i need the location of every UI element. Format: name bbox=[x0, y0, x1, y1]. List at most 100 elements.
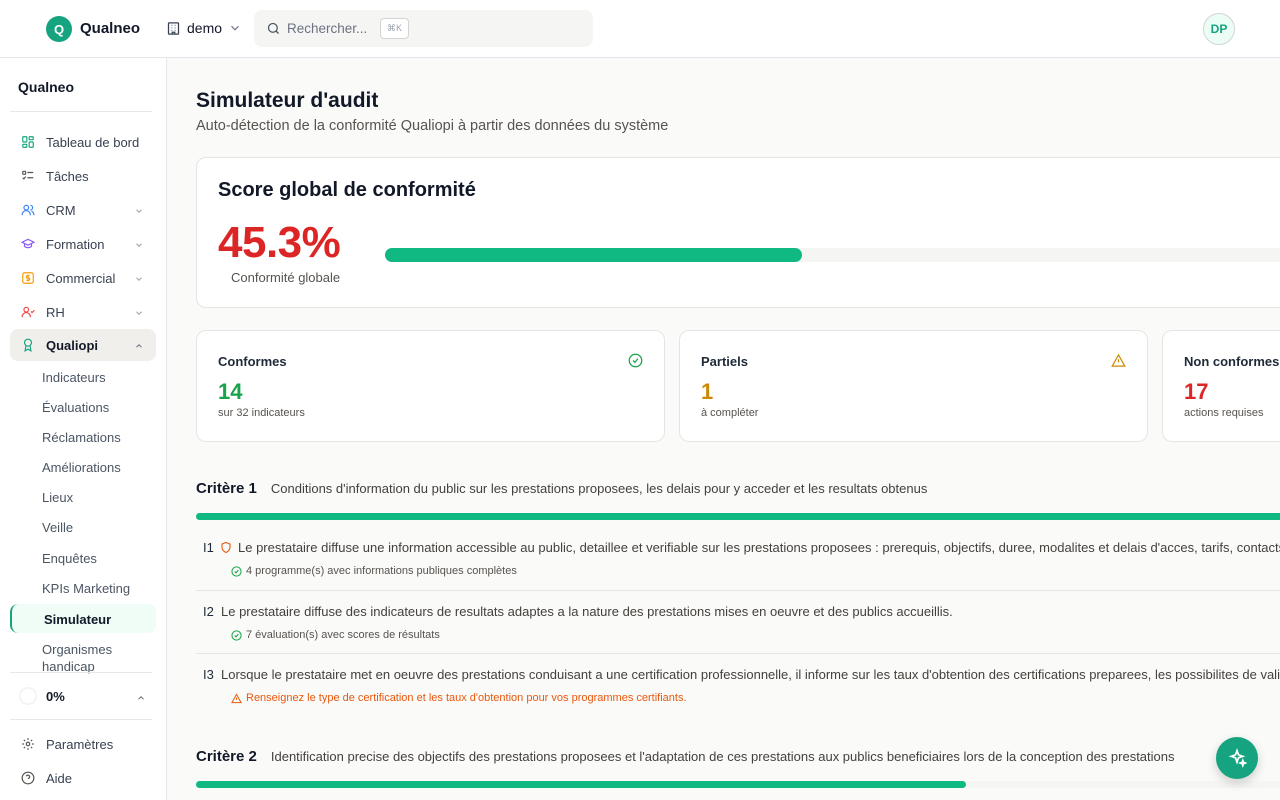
building-icon bbox=[167, 21, 180, 35]
stat-value: 14 bbox=[218, 379, 243, 404]
sidebar-subitem-evaluations[interactable]: Évaluations bbox=[42, 400, 109, 415]
sidebar-subitem-indicateurs[interactable]: Indicateurs bbox=[42, 370, 106, 385]
criterion-description: Identification precise des objectifs des… bbox=[270, 749, 1175, 764]
shield-icon bbox=[221, 541, 231, 554]
chevron-down-icon bbox=[231, 25, 239, 31]
sidebar-item-label: Tâches bbox=[46, 169, 89, 184]
award-icon bbox=[23, 338, 33, 352]
sidebar-item-crm[interactable]: CRM bbox=[10, 194, 156, 226]
criterion-progress-track bbox=[196, 781, 1280, 788]
assistant-fab-button[interactable] bbox=[1216, 737, 1258, 779]
indicator-note-text: 7 évaluation(s) avec scores de résultats bbox=[246, 629, 440, 641]
check-circle-icon bbox=[231, 629, 242, 641]
stat-subtitle: actions requises bbox=[1184, 407, 1264, 419]
sidebar-item-qualiopi[interactable]: Qualiopi bbox=[10, 329, 156, 361]
chevron-down-icon bbox=[136, 209, 142, 213]
sidebar-item-label: Commercial bbox=[46, 271, 116, 286]
warning-icon bbox=[231, 692, 242, 703]
indicator-note: Renseignez le type de certification et l… bbox=[231, 692, 687, 704]
indicator-text: Le prestataire diffuse une information a… bbox=[238, 540, 1280, 555]
sidebar-item-aide[interactable]: Aide bbox=[10, 762, 156, 794]
chevron-down-icon bbox=[136, 311, 142, 315]
sidebar-item-formation[interactable]: Formation bbox=[10, 228, 156, 260]
page-title: Simulateur d'audit bbox=[196, 89, 379, 112]
search-placeholder: Rechercher... bbox=[287, 21, 368, 36]
criterion-label: Critère 1 bbox=[196, 480, 257, 497]
indicator-row-i2[interactable]: I2 Le prestataire diffuse des indicateur… bbox=[196, 597, 1280, 653]
indicator-code: I3 bbox=[203, 667, 214, 682]
indicator-code: I1 bbox=[203, 540, 214, 555]
app-name[interactable]: Qualneo bbox=[80, 20, 140, 37]
chevron-down-icon bbox=[136, 277, 142, 281]
stat-value: 17 bbox=[1184, 379, 1209, 404]
score-progress-fill bbox=[385, 248, 802, 262]
sidebar-subitem-kpis-marketing[interactable]: KPIs Marketing bbox=[42, 581, 130, 596]
dollar-icon bbox=[22, 272, 34, 284]
sidebar: Qualneo Tableau de bord Tâches CRM Forma… bbox=[0, 58, 167, 800]
sidebar-item-label: Aide bbox=[46, 771, 73, 786]
global-score-card: Score global de conformité 45.3% Conform… bbox=[196, 157, 1280, 308]
search-input[interactable]: Rechercher... ⌘K bbox=[254, 10, 593, 47]
top-bar: Q Qualneo demo Rechercher... ⌘K DP bbox=[0, 0, 1280, 58]
stat-subtitle: à compléter bbox=[701, 407, 759, 419]
sidebar-item-rh[interactable]: RH bbox=[10, 296, 156, 328]
indicator-text: Lorsque le prestataire met en oeuvre des… bbox=[221, 667, 1280, 682]
sidebar-item-label: Tableau de bord bbox=[46, 135, 140, 150]
progress-label: 0% bbox=[46, 689, 65, 704]
indicator-row-i3[interactable]: I3 Lorsque le prestataire met en oeuvre … bbox=[196, 660, 1280, 716]
stat-card-partiels: Partiels 1 à compléter bbox=[679, 330, 1148, 442]
sidebar-item-tasks[interactable]: Tâches bbox=[10, 160, 156, 192]
indicator-divider bbox=[196, 590, 1280, 591]
indicator-note: 7 évaluation(s) avec scores de résultats bbox=[231, 629, 440, 641]
criterion-progress-track bbox=[196, 513, 1280, 520]
sidebar-subitem-enquetes[interactable]: Enquêtes bbox=[42, 551, 97, 566]
score-progress-track bbox=[385, 248, 1280, 262]
check-circle-icon bbox=[628, 353, 643, 368]
criterion-progress-fill bbox=[196, 513, 1280, 520]
stat-value: 1 bbox=[701, 379, 714, 404]
app-logo[interactable]: Q bbox=[46, 16, 72, 42]
sidebar-subitem-ameliorations[interactable]: Améliorations bbox=[42, 460, 121, 475]
stat-card-non-conformes: Non conformes 17 actions requises bbox=[1162, 330, 1280, 442]
users-icon bbox=[21, 204, 35, 216]
sidebar-item-commercial[interactable]: Commercial bbox=[10, 262, 156, 294]
qualiopi-progress-toggle[interactable]: 0% bbox=[10, 684, 156, 708]
indicator-code: I2 bbox=[203, 604, 214, 619]
indicator-note: 4 programme(s) avec informations publiqu… bbox=[231, 565, 517, 577]
stat-title: Non conformes bbox=[1184, 354, 1280, 369]
workspace-switcher[interactable]: demo bbox=[166, 20, 242, 36]
gear-icon bbox=[22, 738, 34, 750]
indicator-text: Le prestataire diffuse des indicateurs d… bbox=[221, 604, 953, 619]
search-shortcut-badge: ⌘K bbox=[380, 18, 410, 39]
sidebar-subitem-lieux[interactable]: Lieux bbox=[42, 490, 73, 505]
indicator-row-i1[interactable]: I1 Le prestataire diffuse une informatio… bbox=[196, 533, 1280, 589]
indicator-note-text: Renseignez le type de certification et l… bbox=[246, 692, 687, 704]
criterion-header[interactable]: Critère 2 Identification precise des obj… bbox=[196, 748, 1175, 765]
score-heading: Score global de conformité bbox=[218, 179, 476, 201]
stat-card-conformes: Conformes 14 sur 32 indicateurs bbox=[196, 330, 665, 442]
sidebar-divider bbox=[10, 111, 152, 112]
sidebar-item-label: Formation bbox=[46, 237, 105, 252]
user-avatar[interactable]: DP bbox=[1203, 13, 1235, 45]
sidebar-subitem-reclamations[interactable]: Réclamations bbox=[42, 430, 121, 445]
search-icon bbox=[267, 22, 279, 34]
sidebar-item-label: CRM bbox=[46, 203, 76, 218]
tasks-icon bbox=[22, 170, 34, 180]
sidebar-item-dashboard[interactable]: Tableau de bord bbox=[10, 126, 156, 158]
chevron-up-icon bbox=[136, 344, 142, 348]
check-circle-icon bbox=[231, 565, 242, 577]
criterion-header[interactable]: Critère 1 Conditions d'information du pu… bbox=[196, 480, 927, 497]
score-caption: Conformité globale bbox=[231, 270, 341, 285]
sidebar-subitem-veille[interactable]: Veille bbox=[42, 520, 73, 535]
workspace-name: demo bbox=[187, 20, 223, 36]
sidebar-item-parametres[interactable]: Paramètres bbox=[10, 728, 156, 760]
help-icon bbox=[21, 771, 35, 785]
warning-icon bbox=[1111, 353, 1126, 367]
sidebar-divider bbox=[10, 719, 152, 720]
criterion-label: Critère 2 bbox=[196, 748, 257, 765]
sidebar-item-label: RH bbox=[46, 305, 65, 320]
indicator-divider bbox=[196, 653, 1280, 654]
sidebar-subitem-organismes-handicap[interactable]: Organismes handicap bbox=[42, 641, 152, 675]
dashboard-icon bbox=[22, 136, 34, 148]
sidebar-subitem-simulateur[interactable]: Simulateur bbox=[44, 612, 111, 627]
